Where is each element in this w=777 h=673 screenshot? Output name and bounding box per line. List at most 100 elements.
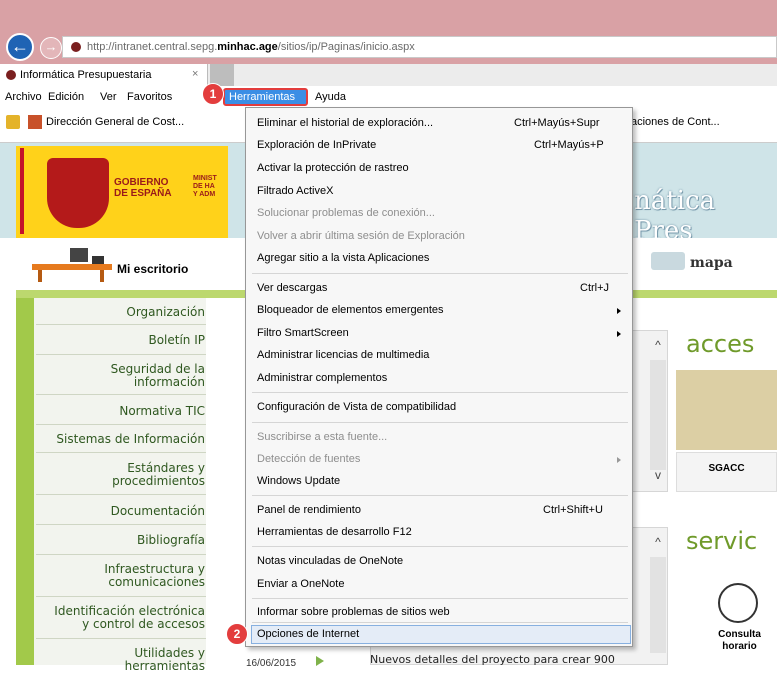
menu-ayuda[interactable]: Ayuda [315, 91, 346, 103]
nav-sistemas-informacion[interactable]: Sistemas de Información [56, 433, 205, 446]
menu-herramientas-desarrollo[interactable]: Herramientas de desarrollo F12 [257, 526, 412, 538]
menu-enviar-onenote[interactable]: Enviar a OneNote [257, 578, 344, 590]
mapa-link[interactable]: mapa [690, 255, 733, 271]
tab-informatica-presupuestaria[interactable]: Informática Presupuestaria × [0, 64, 208, 86]
menu-separator [252, 422, 628, 423]
menu-bloqueador-emergentes[interactable]: Bloqueador de elementos emergentes [257, 304, 444, 316]
menu-informar-problemas[interactable]: Informar sobre problemas de sitios web [257, 606, 450, 618]
arrow-right-icon: → [44, 39, 58, 54]
ministerio-text: MINIST DE HA Y ADM [193, 175, 217, 198]
nav-documentacion[interactable]: Documentación [111, 505, 205, 518]
menu-panel-rendimiento[interactable]: Panel de rendimiento [257, 504, 361, 516]
menu-notas-onenote[interactable]: Notas vinculadas de OneNote [257, 555, 403, 567]
forward-button[interactable]: → [40, 37, 62, 59]
nav-identificacion-2[interactable]: y control de accesos [82, 618, 205, 631]
servicios-heading: servic [686, 527, 758, 555]
menu-opciones-internet[interactable]: Opciones de Internet [257, 628, 359, 640]
left-nav-bar [16, 298, 34, 665]
menu-herramientas[interactable]: Herramientas [223, 88, 308, 106]
menu-volver-abrir-sesion: Volver a abrir última sesión de Explorac… [257, 230, 465, 242]
menu-separator [252, 273, 628, 274]
menu-ver[interactable]: Ver [100, 91, 117, 103]
nav-estandares-2[interactable]: procedimientos [112, 475, 205, 488]
favorite-direccion-general[interactable]: Dirección General de Cost... [46, 116, 184, 128]
menu-agregar-sitio[interactable]: Agregar sitio a la vista Aplicaciones [257, 252, 429, 264]
menu-deteccion-fuentes: Detección de fuentes [257, 453, 361, 465]
favorites-star-icon[interactable] [6, 115, 20, 129]
nav-divider [36, 638, 206, 639]
back-button[interactable]: ← [6, 33, 34, 61]
menu-suscribirse-fuente: Suscribirse a esta fuente... [257, 431, 388, 443]
menu-separator [252, 622, 628, 623]
menu-eliminar-historial[interactable]: Eliminar el historial de exploración... [257, 117, 433, 129]
menu-licencias-multimedia[interactable]: Administrar licencias de multimedia [257, 349, 429, 361]
menu-vista-compatibilidad[interactable]: Configuración de Vista de compatibilidad [257, 401, 456, 413]
nav-infraestructura-2[interactable]: comunicaciones [108, 576, 205, 589]
site-favicon-icon [71, 42, 81, 52]
nav-organizacion[interactable]: Organización [126, 306, 205, 319]
scroll-up-icon[interactable]: ^ [650, 535, 666, 557]
sgacc-button[interactable]: SGACC [676, 452, 777, 492]
menu-favoritos[interactable]: Favoritos [127, 91, 172, 103]
favorite-site-icon [28, 115, 42, 129]
menu-filtrado-activex[interactable]: Filtrado ActiveX [257, 185, 333, 197]
nav-divider [36, 596, 206, 597]
menu-separator [252, 495, 628, 496]
acceso-heading: acces [686, 330, 755, 358]
close-tab-icon[interactable]: × [192, 68, 198, 80]
step-badge-2: 2 [226, 623, 248, 645]
nav-seguridad-2[interactable]: información [134, 376, 205, 389]
coat-of-arms-icon [47, 158, 109, 228]
menu-filtro-smartscreen[interactable]: Filtro SmartScreen [257, 327, 349, 339]
map-icon [651, 252, 685, 270]
site-title: nática Pres [634, 186, 716, 246]
magnifier-image [676, 370, 777, 450]
menu-proteccion-rastreo[interactable]: Activar la protección de rastreo [257, 162, 409, 174]
menu-archivo[interactable]: Archivo [5, 91, 42, 103]
favorite-aplicaciones[interactable]: aciones de Cont... [631, 116, 720, 128]
news-headline[interactable]: Nuevos detalles del proyecto para crear … [370, 653, 615, 666]
scrollbar-track[interactable] [650, 557, 666, 653]
submenu-arrow-icon [617, 457, 621, 463]
arrow-left-icon: ← [11, 36, 29, 56]
scroll-up-icon[interactable]: ^ [650, 338, 666, 360]
menu-separator [252, 546, 628, 547]
nav-normativa-tic[interactable]: Normativa TIC [119, 405, 205, 418]
nav-divider [36, 554, 206, 555]
nav-divider [36, 324, 206, 325]
menu-solucionar-problemas: Solucionar problemas de conexión... [257, 207, 435, 219]
nav-divider [36, 452, 206, 453]
menu-ver-descargas[interactable]: Ver descargas [257, 282, 327, 294]
consulta-horario-link[interactable]: Consulta horario [702, 629, 777, 653]
news-date: 16/06/2015 [246, 658, 297, 669]
nav-boletin-ip[interactable]: Boletín IP [148, 334, 205, 347]
desk-icon[interactable] [30, 246, 116, 282]
menu-inprivate[interactable]: Exploración de InPrivate [257, 139, 376, 151]
nav-divider [36, 394, 206, 395]
nav-divider [36, 354, 206, 355]
gobierno-text: GOBIERNO DE ESPAÑA [114, 177, 172, 199]
nav-divider [36, 494, 206, 495]
tab-title: Informática Presupuestaria [20, 69, 152, 81]
submenu-arrow-icon [617, 331, 621, 337]
shortcut-inprivate: Ctrl+Mayús+P [534, 139, 604, 151]
clock-icon [718, 583, 758, 623]
menu-edicion[interactable]: Edición [48, 91, 84, 103]
menu-separator [252, 598, 628, 599]
scroll-down-icon[interactable]: v [650, 468, 666, 490]
scrollbar-track[interactable] [650, 360, 666, 470]
tab-favicon-icon [6, 70, 16, 80]
nav-utilidades-2[interactable]: herramientas [125, 660, 205, 673]
nav-bibliografia[interactable]: Bibliografía [137, 534, 205, 547]
menu-administrar-complementos[interactable]: Administrar complementos [257, 372, 387, 384]
menu-windows-update[interactable]: Windows Update [257, 475, 340, 487]
shortcut-panel-rendimiento: Ctrl+Shift+U [543, 504, 603, 516]
address-bar[interactable]: http://intranet.central.sepg.minhac.age/… [62, 36, 777, 58]
submenu-arrow-icon [617, 308, 621, 314]
step-badge-1: 1 [202, 83, 224, 105]
url-text: http://intranet.central.sepg.minhac.age/… [87, 41, 415, 53]
mi-escritorio-link[interactable]: Mi escritorio [117, 262, 188, 276]
nav-divider [36, 424, 206, 425]
menu-separator [252, 392, 628, 393]
shortcut-ver-descargas: Ctrl+J [580, 282, 610, 294]
